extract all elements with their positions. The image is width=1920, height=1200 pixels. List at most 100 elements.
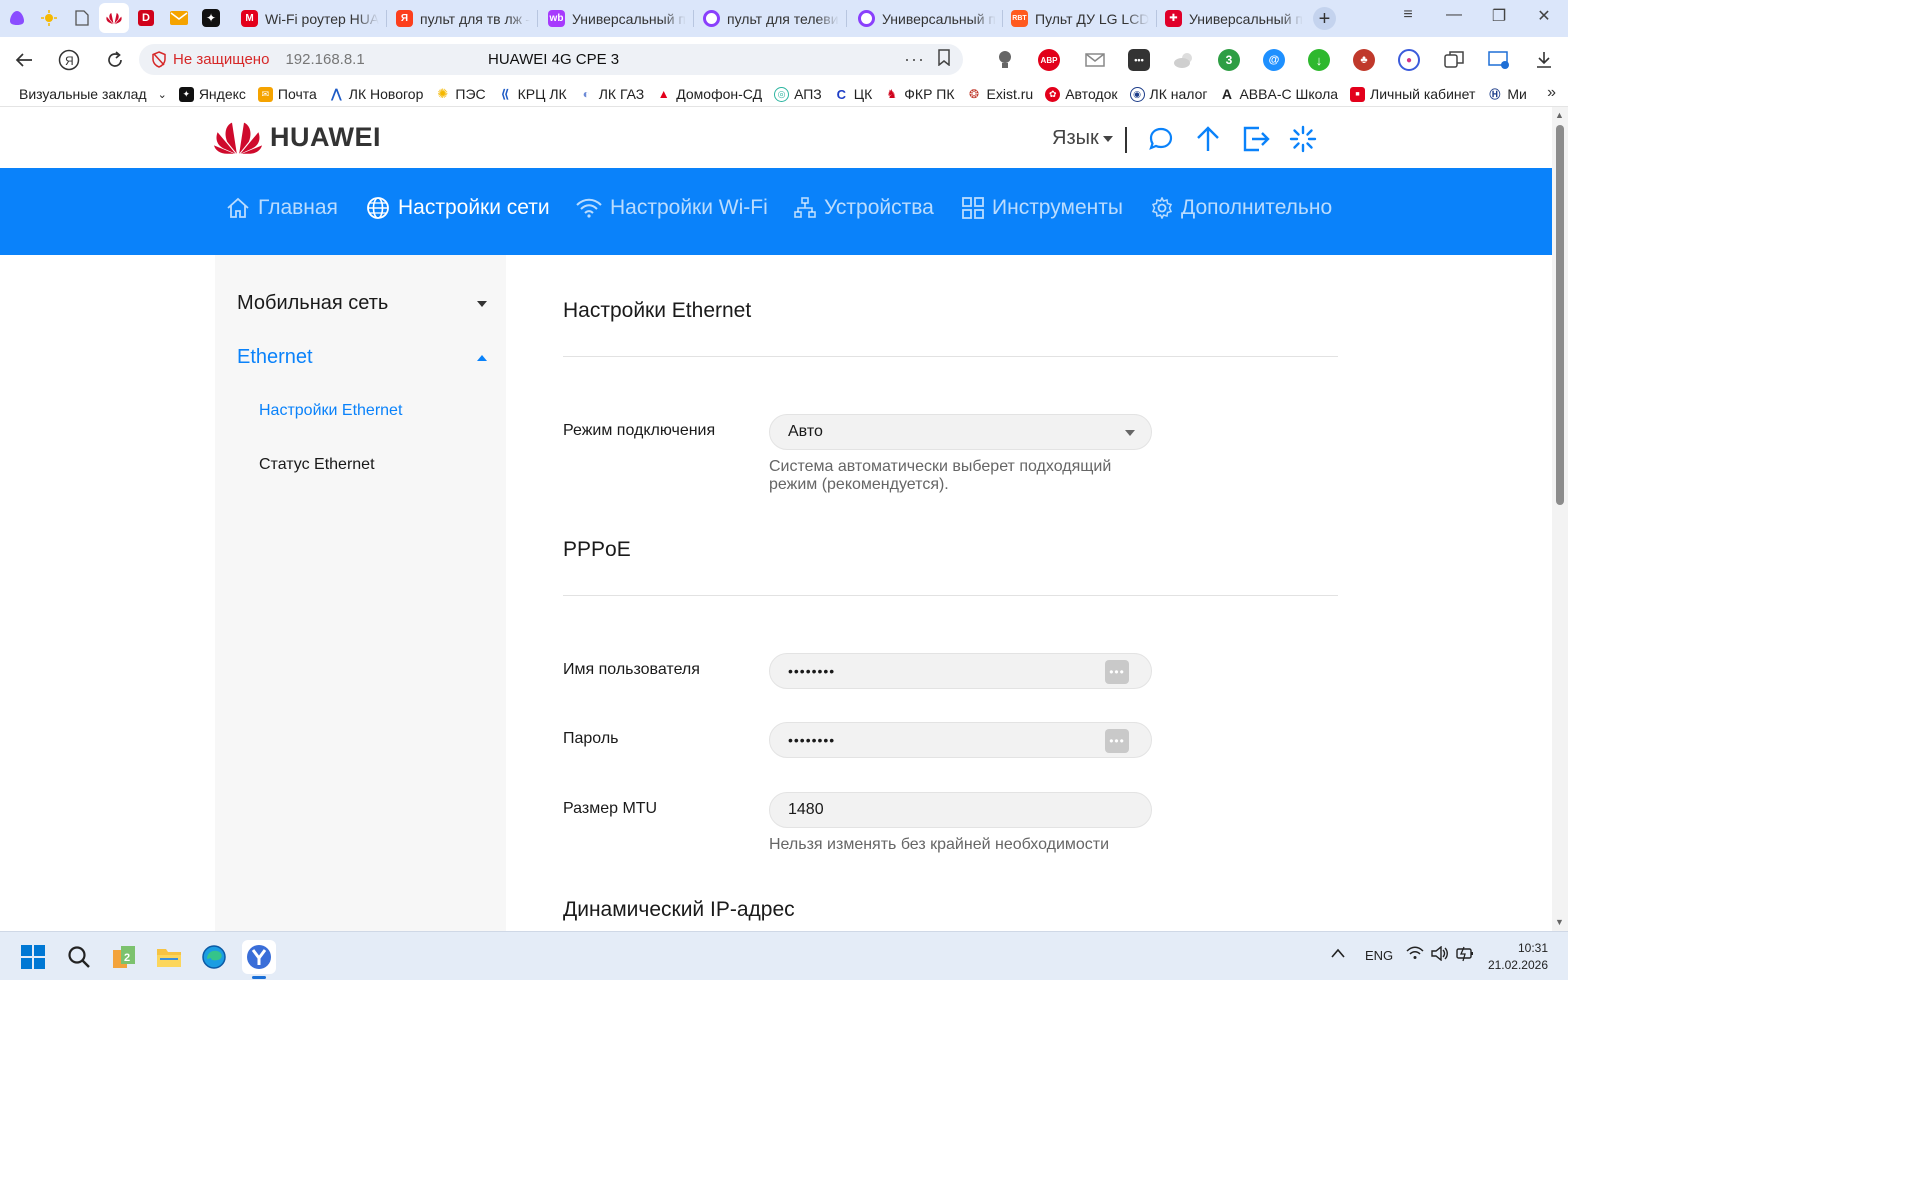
tab-pinned-d[interactable]: D bbox=[131, 3, 161, 33]
nav-wifi-settings[interactable]: Настройки Wi-Fi bbox=[576, 196, 768, 220]
screenshot-extension-icon[interactable] bbox=[1488, 49, 1510, 71]
nav-network-settings[interactable]: Настройки сети bbox=[366, 196, 550, 220]
tab-pinned-mail[interactable] bbox=[164, 3, 194, 33]
scroll-down-icon[interactable]: ▼ bbox=[1555, 917, 1564, 927]
connection-mode-select[interactable]: Авто bbox=[769, 414, 1152, 450]
password-extension-icon[interactable]: ••• bbox=[1128, 49, 1150, 71]
bookmark-label: ПЭС bbox=[455, 86, 486, 102]
bookmark-lk-gas[interactable]: ◐ ЛК ГАЗ bbox=[578, 86, 644, 102]
translate-extension-icon[interactable]: @ bbox=[1263, 49, 1285, 71]
sidebar-item-ethernet-status[interactable]: Статус Ethernet bbox=[259, 456, 375, 474]
wifi-tray-icon[interactable] bbox=[1406, 946, 1424, 963]
tab-wifi-router[interactable]: M Wi-Fi роутер HUA bbox=[233, 4, 383, 33]
lightbulb-extension-icon[interactable] bbox=[994, 49, 1016, 71]
bookmark-yandex[interactable]: ✦ Яндекс bbox=[178, 86, 246, 102]
bookmark-domofon[interactable]: ▲ Домофон-СД bbox=[656, 86, 762, 102]
close-window-button[interactable]: ✕ bbox=[1532, 6, 1556, 26]
clock-time: 10:31 bbox=[1517, 941, 1548, 955]
input-language-indicator[interactable]: ENG bbox=[1365, 948, 1393, 963]
download-extension-icon[interactable]: ↓ bbox=[1308, 49, 1330, 71]
volume-tray-icon[interactable] bbox=[1431, 945, 1449, 964]
tab-tv-remote[interactable]: пульт для телеви bbox=[695, 4, 843, 33]
bookmark-personal-cabinet[interactable]: ■ Личный кабинет bbox=[1350, 86, 1475, 102]
sidebar-group-mobile-network[interactable]: Мобильная сеть bbox=[237, 292, 487, 315]
sidebar-item-ethernet-settings[interactable]: Настройки Ethernet bbox=[259, 402, 402, 420]
tab-lg-remote[interactable]: RBT Пульт ДУ LG LCD bbox=[1003, 4, 1153, 33]
vpn-extension-icon[interactable]: ● bbox=[1398, 49, 1420, 71]
bookmark-mail[interactable]: ✉ Почта bbox=[257, 86, 317, 102]
huawei-logo[interactable]: HUAWEI bbox=[214, 119, 381, 155]
restore-button[interactable]: ❐ bbox=[1487, 6, 1511, 26]
update-button[interactable] bbox=[1192, 123, 1224, 155]
page-title-text: HUAWEI 4G CPE 3 bbox=[488, 51, 620, 68]
bookmark-exist[interactable]: ❂ Exist.ru bbox=[966, 86, 1033, 102]
scroll-up-icon[interactable]: ▲ bbox=[1555, 110, 1564, 120]
bookmark-pes[interactable]: ✺ ПЭС bbox=[435, 86, 486, 102]
nav-advanced[interactable]: Дополнительно bbox=[1151, 196, 1332, 220]
password-manager-icon[interactable]: ••• bbox=[1105, 660, 1129, 684]
messages-button[interactable] bbox=[1145, 123, 1177, 155]
scrollbar-thumb[interactable] bbox=[1556, 125, 1564, 505]
more-options-icon[interactable]: ··· bbox=[904, 49, 925, 70]
bookmark-fkr[interactable]: ♞ ФКР ПК bbox=[884, 86, 955, 102]
tab-search-remote[interactable]: Я пульт для тв лж – bbox=[388, 4, 530, 33]
tab-pinned-huawei[interactable] bbox=[99, 3, 129, 33]
tab-universal-3[interactable]: ✚ Универсальный п bbox=[1157, 4, 1307, 33]
taskbar-search-button[interactable] bbox=[62, 940, 96, 974]
logout-icon bbox=[1243, 126, 1270, 152]
adblock-extension-icon[interactable]: ABP bbox=[1038, 49, 1060, 71]
tab-pinned-document[interactable] bbox=[67, 3, 97, 33]
counter-extension-icon[interactable]: 3 bbox=[1218, 49, 1240, 71]
password-field[interactable]: •••••••• ••• bbox=[769, 722, 1152, 758]
nav-devices[interactable]: Устройства bbox=[794, 196, 934, 220]
tabs-menu-icon[interactable]: ≡ bbox=[1396, 6, 1420, 24]
tray-overflow-icon[interactable] bbox=[1331, 946, 1345, 961]
tab-universal-2[interactable]: Универсальный п bbox=[850, 4, 1000, 33]
password-manager-icon[interactable]: ••• bbox=[1105, 729, 1129, 753]
yandex-home-button[interactable]: Я bbox=[56, 47, 82, 73]
mtu-field[interactable]: 1480 bbox=[769, 792, 1152, 828]
minimize-button[interactable]: — bbox=[1442, 6, 1466, 24]
security-indicator[interactable]: Не защищено bbox=[139, 51, 269, 68]
mail-extension-icon[interactable] bbox=[1084, 49, 1106, 71]
sun-icon bbox=[41, 10, 57, 26]
address-bar[interactable]: Не защищено 192.168.8.1 HUAWEI 4G CPE 3 … bbox=[139, 44, 963, 75]
nav-home[interactable]: Главная bbox=[226, 196, 338, 220]
collections-icon[interactable] bbox=[1443, 49, 1465, 71]
weather-extension-icon[interactable] bbox=[1173, 49, 1195, 71]
mushroom-extension-icon[interactable]: ♣ bbox=[1353, 49, 1375, 71]
bookmark-apz[interactable]: ◎ АПЗ bbox=[774, 86, 822, 102]
back-button[interactable] bbox=[11, 47, 37, 73]
bookmark-icon[interactable] bbox=[937, 48, 951, 71]
taskbar-weather-widget[interactable]: 2 bbox=[107, 940, 141, 974]
tab-pinned-sun[interactable] bbox=[34, 3, 64, 33]
taskbar-yandex-browser[interactable] bbox=[242, 940, 276, 974]
logout-button[interactable] bbox=[1240, 123, 1272, 155]
bookmark-lk-novogor[interactable]: ⋀ ЛК Новогор bbox=[328, 86, 423, 102]
bookmark-tax[interactable]: ◉ ЛК налог bbox=[1129, 86, 1207, 102]
bookmark-mi[interactable]: Ⓗ Ми bbox=[1487, 86, 1527, 102]
bookmark-visual-tabs[interactable]: Визуальные заклад ⌄ bbox=[19, 86, 167, 102]
nav-tools[interactable]: Инструменты bbox=[962, 196, 1123, 220]
start-button[interactable] bbox=[16, 940, 50, 974]
tab-pinned-alice[interactable] bbox=[2, 3, 32, 33]
bookmarks-overflow-icon[interactable]: » bbox=[1547, 84, 1556, 102]
tab-universal-1[interactable]: wb Универсальный п bbox=[540, 4, 690, 33]
downloads-icon[interactable] bbox=[1533, 49, 1555, 71]
taskbar-file-explorer[interactable] bbox=[152, 940, 186, 974]
bookmark-abba-school[interactable]: A ABBA-C Школа bbox=[1219, 86, 1338, 102]
battery-tray-icon[interactable] bbox=[1456, 945, 1476, 966]
bookmark-krc[interactable]: ⟪ КРЦ ЛК bbox=[497, 86, 567, 102]
page-scrollbar[interactable]: ▲ ▼ bbox=[1552, 107, 1568, 931]
taskbar-edge[interactable] bbox=[197, 940, 231, 974]
bookmark-ck[interactable]: C ЦК bbox=[833, 86, 872, 102]
bookmark-avtodok[interactable]: ✿ Автодок bbox=[1045, 86, 1118, 102]
language-selector[interactable]: Язык bbox=[1052, 127, 1113, 150]
new-tab-button[interactable]: + bbox=[1313, 7, 1336, 30]
username-field[interactable]: •••••••• ••• bbox=[769, 653, 1152, 689]
reload-button[interactable] bbox=[102, 47, 128, 73]
sidebar-group-ethernet[interactable]: Ethernet bbox=[237, 346, 487, 369]
system-clock[interactable]: 10:31 21.02.2026 bbox=[1488, 940, 1548, 974]
clock-date: 21.02.2026 bbox=[1487, 958, 1548, 972]
tab-pinned-star[interactable]: ✦ bbox=[196, 3, 226, 33]
